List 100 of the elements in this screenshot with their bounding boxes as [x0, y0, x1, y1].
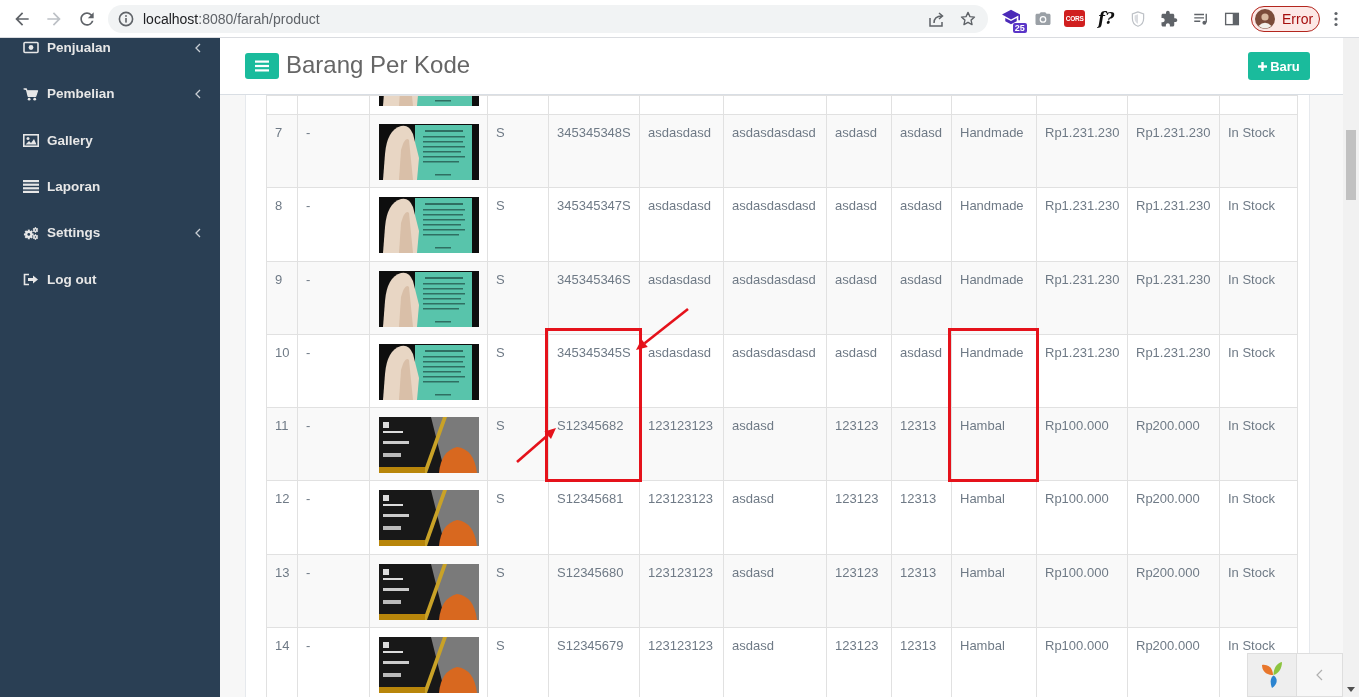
table-cell: - — [297, 627, 370, 697]
table-cell: Rp1.231.230 — [1127, 334, 1220, 408]
table-cell: Rp200.000 — [1127, 481, 1220, 555]
list-icon — [23, 180, 39, 194]
table-cell: 10 — [266, 334, 298, 408]
table-cell: asdasdasd — [639, 187, 724, 262]
table-cell: - — [297, 187, 370, 262]
sidebar-item[interactable]: Laporan — [0, 163, 220, 211]
table-cell: 13 — [266, 554, 298, 628]
scrollbar-thumb[interactable] — [1346, 130, 1356, 200]
table-cell: 9 — [266, 261, 298, 335]
table-cell: Rp1.231.230 — [1036, 187, 1128, 262]
table-cell: asdasd — [891, 114, 952, 188]
table-cell: 123123123 — [639, 627, 724, 697]
table-cell: Rp1.231.230 — [1127, 261, 1220, 335]
petal-logo-icon[interactable] — [1261, 662, 1283, 688]
chevron-left-icon — [195, 43, 201, 53]
table-cell: Handmade — [951, 261, 1037, 335]
triangle-down-icon[interactable] — [1347, 687, 1355, 692]
info-icon[interactable] — [118, 10, 134, 27]
table-cell: 345345347S — [548, 187, 640, 262]
table-cell: In Stock — [1219, 187, 1298, 262]
table-cell: 123123123 — [639, 407, 724, 481]
table-cell: - — [297, 261, 370, 335]
sidebar-item[interactable]: Pembelian — [0, 71, 220, 118]
table-cell: S12345680 — [548, 554, 640, 628]
table-cell: asdasd — [826, 261, 892, 335]
table-cell: 11 — [266, 407, 298, 481]
address-bar[interactable]: localhost:8080/farah/product — [108, 4, 988, 33]
table-cell: 7 — [266, 114, 298, 188]
table-cell: In Stock — [1219, 261, 1298, 335]
table-cell: S12345682 — [548, 407, 640, 481]
graduation-cap-icon[interactable] — [1000, 7, 1021, 26]
sidebar-item[interactable]: Penjualan — [0, 38, 220, 71]
sidebar-item[interactable]: Settings — [0, 210, 220, 257]
menu-toggle-button[interactable] — [245, 53, 279, 79]
table-cell: asdasd — [723, 481, 827, 555]
extension-button[interactable]: f? — [1098, 9, 1115, 28]
profile-button[interactable]: Error — [1251, 5, 1320, 32]
page-title: Barang Per Kode — [286, 50, 471, 79]
table-cell: asdasdasd — [639, 114, 724, 188]
table-cell: S — [487, 261, 549, 335]
table-cell: 12313 — [891, 481, 952, 555]
image-icon — [23, 134, 39, 148]
table-cell: asdasd — [723, 554, 827, 628]
table-cell: Rp100.000 — [1036, 481, 1128, 555]
table-cell: 345345346S — [548, 261, 640, 335]
table-cell: Rp100.000 — [1036, 554, 1128, 628]
banknote-icon — [23, 41, 39, 54]
badge-count: 25 — [1012, 22, 1027, 33]
table-cell: 12313 — [891, 627, 952, 697]
table-cell: - — [297, 481, 370, 555]
sign-out-icon — [23, 273, 39, 287]
table-cell: 8 — [266, 187, 298, 262]
chevron-left-icon — [195, 228, 201, 239]
table-cell: Hambal — [951, 554, 1037, 628]
table-cell: Rp1.231.230 — [1036, 334, 1128, 408]
table-cell: asdasdasd — [639, 334, 724, 408]
table-cell: Handmade — [951, 114, 1037, 188]
table-cell: - — [297, 554, 370, 628]
chevron-left-icon — [195, 89, 201, 100]
table-cell: Hambal — [951, 627, 1037, 697]
table-cell: S — [487, 187, 549, 262]
table-cell: Rp200.000 — [1127, 627, 1220, 697]
table-cell: 14 — [266, 627, 298, 697]
table-cell: Hambal — [951, 481, 1037, 555]
table-cell: 123123 — [826, 627, 892, 697]
table-cell: asdasd — [826, 187, 892, 262]
table-cell: Rp200.000 — [1127, 407, 1220, 481]
table-cell: Rp100.000 — [1036, 407, 1128, 481]
table-cell: In Stock — [1219, 407, 1298, 481]
table-cell: Rp1.231.230 — [1127, 187, 1220, 262]
sidebar-item[interactable]: Log out — [0, 256, 220, 303]
scrollbar[interactable] — [1343, 38, 1359, 697]
table-cell: - — [297, 114, 370, 188]
table-cell: asdasd — [891, 187, 952, 262]
table-cell: Rp200.000 — [1127, 554, 1220, 628]
plus-icon — [1258, 61, 1268, 71]
table-cell: Handmade — [951, 187, 1037, 262]
table-cell: asdasdasdasd — [723, 187, 827, 262]
puzzle-icon[interactable] — [1160, 9, 1179, 28]
avatar-icon — [1255, 8, 1275, 29]
table-cell: asdasd — [891, 261, 952, 335]
table-cell: In Stock — [1219, 554, 1298, 628]
table-cell: 123123 — [826, 407, 892, 481]
table-cell: asdasdasdasd — [723, 334, 827, 408]
table-cell: - — [297, 334, 370, 408]
share-icon[interactable] — [928, 9, 946, 28]
cart-icon — [23, 87, 39, 101]
table-cell: In Stock — [1219, 114, 1298, 188]
table-cell: asdasd — [826, 334, 892, 408]
camera-icon[interactable] — [1034, 9, 1053, 28]
more-icon[interactable] — [1334, 10, 1338, 27]
sidebar-item[interactable]: Gallery — [0, 117, 220, 164]
chevron-left-icon — [1316, 669, 1323, 681]
star-icon[interactable] — [959, 9, 977, 28]
table-cell: asdasd — [891, 334, 952, 408]
table-cell: 123123123 — [639, 481, 724, 555]
table-cell: Rp100.000 — [1036, 627, 1128, 697]
table-cell: 123123123 — [639, 554, 724, 628]
